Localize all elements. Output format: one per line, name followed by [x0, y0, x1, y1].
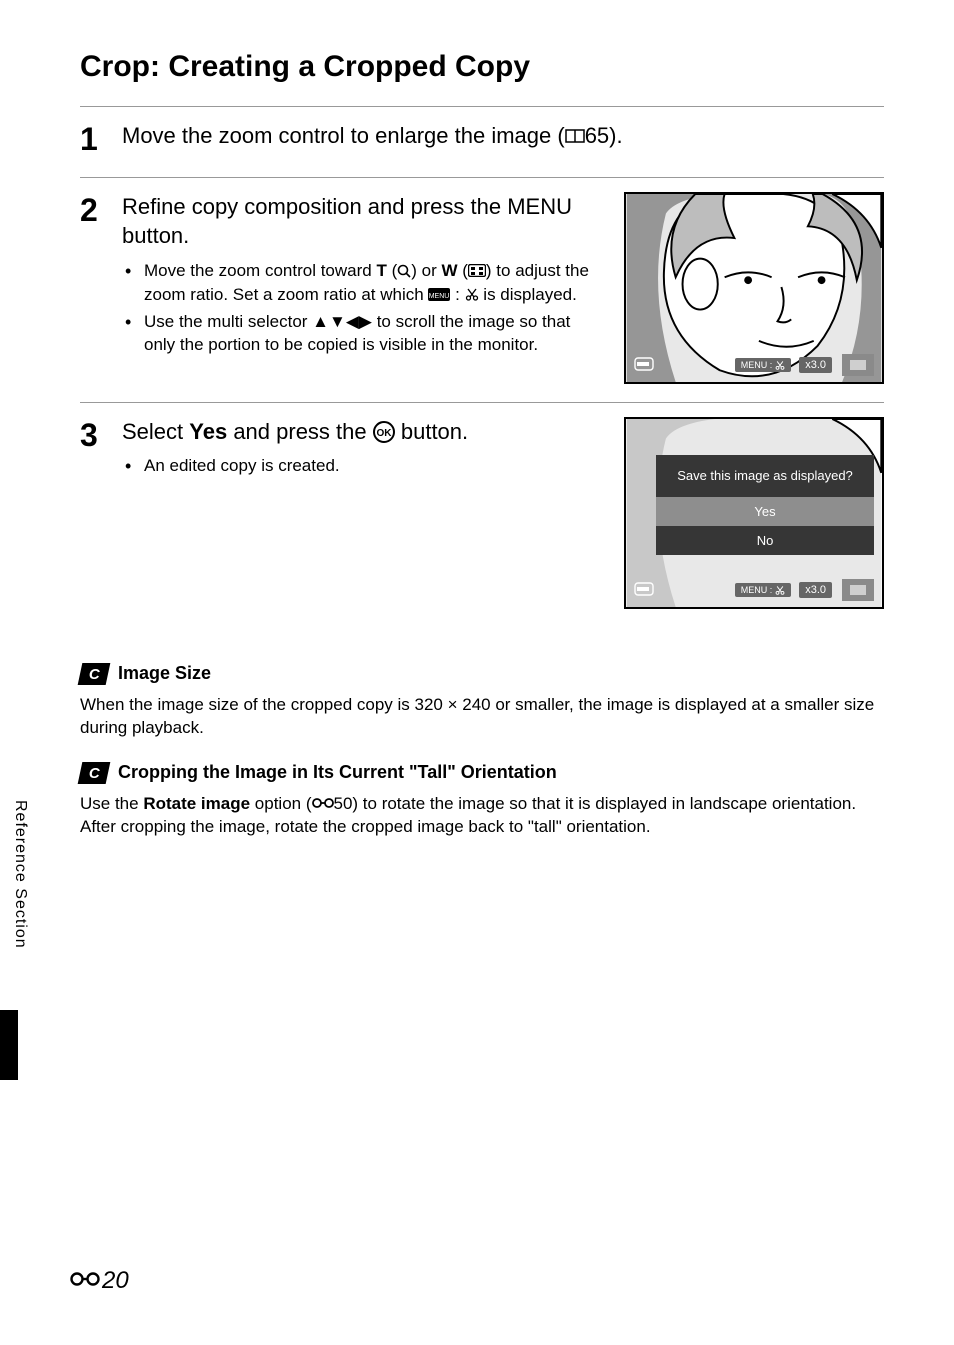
back-icon [634, 582, 654, 596]
txt: button. [395, 419, 468, 444]
step3-bullet-1: An edited copy is created. [144, 454, 602, 477]
step-number: 3 [80, 417, 108, 609]
step-2-heading: Refine copy composition and press the ME… [122, 192, 602, 251]
step-2: 2 Refine copy composition and press the … [80, 178, 884, 402]
zoom-badge: x3.0 [799, 582, 832, 598]
page-number: 20 [102, 1267, 129, 1295]
reference-link-icon [70, 1271, 100, 1287]
thumbnails-icon [468, 264, 486, 277]
txt: is displayed. [479, 285, 577, 304]
menu-glyph: MENU [507, 194, 572, 219]
scissors-icon [465, 287, 479, 301]
step2-monitor-illustration: MENU : x3.0 [624, 192, 884, 384]
note-2-header: C Cropping the Image in Its Current "Tal… [80, 762, 884, 784]
menu-crop-badge: MENU : [735, 583, 792, 597]
dialog-question: Save this image as displayed? [656, 461, 874, 497]
zoom-t: T [376, 261, 386, 280]
step-3: 3 Select Yes and press the OK button. An… [80, 403, 884, 627]
step2-h-b: button. [122, 223, 189, 248]
step2-bullet-1: Move the zoom control toward T ( ) or W (… [144, 259, 602, 306]
note-1-title: Image Size [118, 663, 211, 684]
note-1-body: When the image size of the cropped copy … [80, 693, 884, 740]
step1-text-a: Move the zoom control to enlarge the ima… [122, 123, 565, 148]
dialog-option-no[interactable]: No [656, 526, 874, 555]
step1-text-b: 65). [585, 123, 623, 148]
side-tab-label: Reference Section [11, 800, 29, 949]
dialog-option-yes[interactable]: Yes [656, 497, 874, 526]
svg-text:MENU: MENU [429, 293, 450, 300]
txt: Select [122, 419, 189, 444]
magnify-icon [397, 264, 411, 278]
page-title: Crop: Creating a Cropped Copy [80, 50, 884, 84]
txt: ( [458, 261, 468, 280]
ok-button-icon: OK [373, 421, 395, 443]
side-tab: Reference Section [0, 800, 40, 949]
reference-link-icon [312, 797, 334, 809]
txt: and press the [227, 419, 373, 444]
step2-bullet-2: Use the multi selector ▲▼◀▶ to scroll th… [144, 310, 602, 357]
menu-badge-icon: MENU [428, 288, 450, 301]
menu-crop-badge: MENU : [735, 358, 792, 372]
note-2-body: Use the Rotate image option (50) to rota… [80, 792, 884, 839]
side-tab-marker [0, 1010, 18, 1080]
confirm-dialog: Save this image as displayed? Yes No [656, 455, 874, 555]
txt: Move the zoom control toward [144, 261, 376, 280]
zoom-badge: x3.0 [799, 357, 832, 373]
step-number: 2 [80, 192, 108, 384]
book-ref-icon [565, 128, 585, 144]
zoom-w: W [441, 261, 457, 280]
txt: option ( [250, 794, 311, 813]
step-1: 1 Move the zoom control to enlarge the i… [80, 107, 884, 177]
back-icon [634, 357, 654, 371]
svg-text:OK: OK [376, 428, 392, 439]
note-1-header: C Image Size [80, 663, 884, 685]
step-1-heading: Move the zoom control to enlarge the ima… [122, 121, 884, 151]
note-2-title: Cropping the Image in Its Current "Tall"… [118, 762, 557, 783]
note-icon: C [78, 762, 111, 784]
step-3-heading: Select Yes and press the OK button. [122, 417, 602, 447]
navigator-thumb [842, 354, 874, 376]
rotate-image-bold: Rotate image [143, 794, 250, 813]
txt: ) or [411, 261, 441, 280]
txt: ( [387, 261, 397, 280]
step-number: 1 [80, 121, 108, 159]
txt: Use the [80, 794, 143, 813]
step2-h-a: Refine copy composition and press the [122, 194, 507, 219]
navigator-thumb [842, 579, 874, 601]
yes-word: Yes [189, 419, 227, 444]
step3-monitor-illustration: Save this image as displayed? Yes No MEN… [624, 417, 884, 609]
page-footer: 20 [70, 1267, 129, 1295]
note-icon: C [78, 663, 111, 685]
